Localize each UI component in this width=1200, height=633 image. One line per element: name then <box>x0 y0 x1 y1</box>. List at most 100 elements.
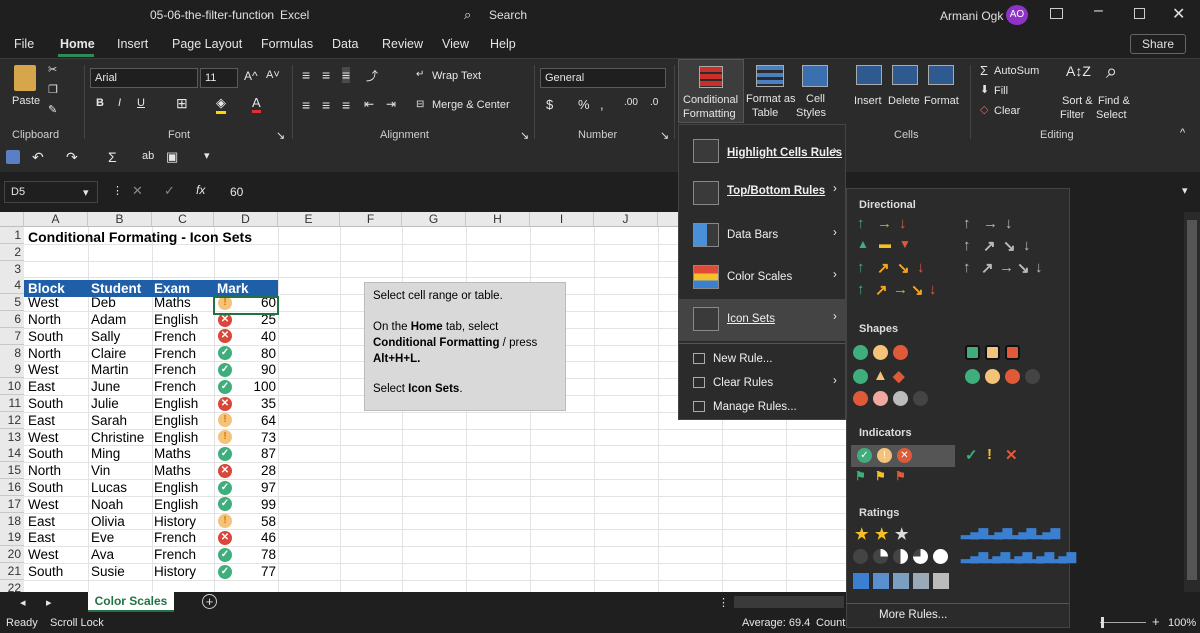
icon-set-3-arrows-colored[interactable]: ↑ → ↓ <box>853 215 923 235</box>
cell-mark[interactable]: 78 <box>234 546 276 563</box>
format-cells-icon[interactable] <box>928 65 954 85</box>
row-header[interactable]: 4 <box>0 277 24 295</box>
column-header[interactable]: F <box>340 212 402 227</box>
row-header[interactable]: 16 <box>0 479 24 496</box>
more-rules-link[interactable]: More Rules... <box>879 609 947 621</box>
spelling-icon[interactable]: ab <box>142 150 154 162</box>
cell-student[interactable]: Ava <box>91 546 114 563</box>
row-header[interactable]: 7 <box>0 327 24 345</box>
font-size-select[interactable]: 11 <box>200 68 238 88</box>
vertical-scrollbar[interactable] <box>1184 212 1200 592</box>
column-header[interactable]: B <box>88 212 152 227</box>
horizontal-scrollbar[interactable] <box>734 596 844 608</box>
icon-set-3-symbols-circled[interactable]: ✓! ✕ <box>851 445 955 467</box>
name-box[interactable]: D5 ▾ <box>4 181 98 203</box>
comma-icon[interactable]: , <box>600 97 604 112</box>
cell-mark[interactable]: 77 <box>234 563 276 580</box>
menu-item-color-scales[interactable]: Color Scales › <box>679 257 845 299</box>
cell-block[interactable]: East <box>28 513 55 530</box>
sheet-tab-color-scales[interactable]: Color Scales <box>88 592 174 612</box>
icon-set-4-red-to-black[interactable] <box>853 391 943 409</box>
icon-set-3-arrows-gray[interactable]: ↑ → ↓ <box>959 215 1029 235</box>
delete-cells-icon[interactable] <box>892 65 918 85</box>
increase-font-icon[interactable]: A^ <box>244 69 258 83</box>
cell-block[interactable]: East <box>28 378 55 395</box>
cell-block[interactable]: South <box>28 445 63 462</box>
format-as-table-icon[interactable] <box>756 65 784 87</box>
insert-function-icon[interactable]: fx <box>196 183 205 197</box>
cell-block[interactable]: East <box>28 412 55 429</box>
zoom-slider[interactable] <box>1100 622 1146 623</box>
cell-block[interactable]: West <box>28 429 59 446</box>
cell-exam[interactable]: History <box>154 513 196 530</box>
cell-block[interactable]: South <box>28 479 63 496</box>
decrease-font-icon[interactable]: A˅ <box>266 69 280 81</box>
icon-set-4-arrows-gray[interactable]: ↑ ↗ ↘ ↓ <box>959 237 1059 257</box>
sort-filter-icon[interactable]: A↕Z <box>1066 63 1091 79</box>
cell-mark[interactable]: 90 <box>234 361 276 378</box>
icon-set-5-quarters[interactable] <box>853 549 957 567</box>
cell-student[interactable]: Eve <box>91 529 114 546</box>
cell-exam[interactable]: French <box>154 345 196 362</box>
tab-insert[interactable]: Insert <box>117 37 148 51</box>
row-header[interactable]: 15 <box>0 462 24 480</box>
filter-qat-icon[interactable]: ▣ <box>166 149 178 165</box>
icon-set-3-flags[interactable]: ⚑ ⚑ ⚑ <box>853 469 919 487</box>
menu-item-icon-sets[interactable]: Icon Sets › <box>679 299 845 341</box>
icon-set-4-traffic-lights[interactable] <box>965 369 1055 387</box>
column-header[interactable]: A <box>24 212 88 227</box>
cell-student[interactable]: Julie <box>91 395 119 412</box>
scroll-left-icon[interactable]: ◂ <box>20 596 26 609</box>
cell-exam[interactable]: English <box>154 479 198 496</box>
cell-block[interactable]: South <box>28 395 63 412</box>
row-header[interactable]: 22 <box>0 579 24 592</box>
font-launcher-icon[interactable]: ↘ <box>276 129 285 142</box>
align-bottom-icon[interactable]: ≡ <box>342 67 351 83</box>
enter-icon[interactable]: ✓ <box>164 183 175 199</box>
cell-mark[interactable]: 100 <box>234 378 276 395</box>
tab-formulas[interactable]: Formulas <box>261 37 313 51</box>
cell-block[interactable]: West <box>28 546 59 563</box>
orientation-icon[interactable]: ⤴ <box>366 67 378 84</box>
formula-input[interactable]: 60 <box>230 185 243 199</box>
paste-button[interactable]: Paste <box>12 95 40 107</box>
minimize-icon[interactable]: – <box>1094 2 1103 20</box>
tab-file[interactable]: File <box>14 37 34 51</box>
cell-mark[interactable]: 99 <box>234 496 276 513</box>
decrease-indent-icon[interactable]: ⇤ <box>364 97 374 111</box>
search-icon[interactable]: ⌕ <box>464 7 471 23</box>
tab-page-layout[interactable]: Page Layout <box>172 37 242 51</box>
number-launcher-icon[interactable]: ↘ <box>660 129 669 142</box>
cancel-icon[interactable]: ✕ <box>132 183 143 199</box>
clipboard-icon[interactable] <box>14 65 36 91</box>
cell-student[interactable]: Vin <box>91 462 110 479</box>
cell-student[interactable]: Ming <box>91 445 120 462</box>
fill-color-icon[interactable]: ◈ <box>216 95 226 114</box>
cell-student[interactable]: Sally <box>91 328 120 345</box>
cell-exam[interactable]: English <box>154 429 198 446</box>
font-name-select[interactable]: Arial <box>90 68 198 88</box>
format-cells-button[interactable]: Format <box>924 95 959 107</box>
merge-center-button[interactable]: Merge & Center <box>432 99 510 111</box>
customize-qat-icon[interactable]: ▾ <box>204 149 210 162</box>
icon-set-3-triangles[interactable]: ▲ ▬ ▼ <box>853 237 923 257</box>
share-button[interactable]: Share <box>1130 34 1186 54</box>
icon-set-3-traffic-lights[interactable] <box>853 345 919 363</box>
collapse-ribbon-icon[interactable]: ^ <box>1180 127 1185 139</box>
merge-icon[interactable]: ⊟ <box>416 99 424 110</box>
column-header[interactable]: C <box>152 212 214 227</box>
column-header[interactable]: H <box>466 212 530 227</box>
cell-mark[interactable]: 64 <box>234 412 276 429</box>
wrap-text-icon[interactable]: ↵ <box>416 69 424 80</box>
cell-mark[interactable]: 35 <box>234 395 276 412</box>
cell-exam[interactable]: French <box>154 529 196 546</box>
conditional-formatting-button[interactable]: Conditional Formatting <box>678 59 744 123</box>
zoom-in-icon[interactable]: + <box>1152 614 1160 629</box>
column-header[interactable]: E <box>278 212 340 227</box>
cell-exam[interactable]: French <box>154 378 196 395</box>
font-color-icon[interactable]: A <box>252 95 261 113</box>
cell-styles-icon[interactable] <box>802 65 828 87</box>
borders-icon[interactable]: ⊞ <box>176 95 188 112</box>
zoom-level[interactable]: 100% <box>1168 617 1196 629</box>
column-header[interactable]: I <box>530 212 594 227</box>
